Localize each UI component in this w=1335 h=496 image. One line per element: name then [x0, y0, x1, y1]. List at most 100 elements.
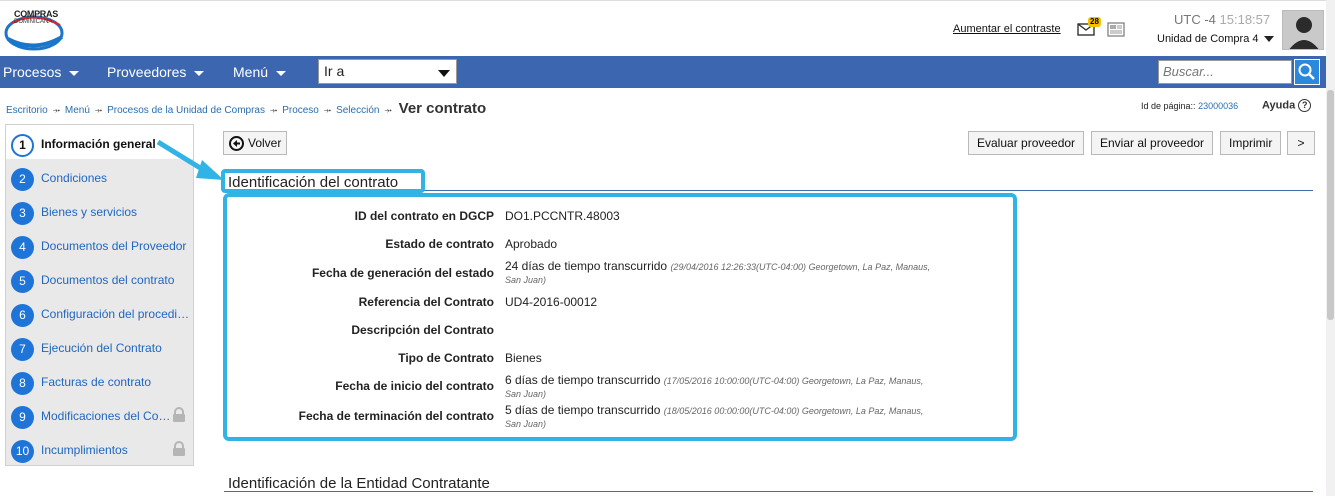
nav-procesos[interactable]: Procesos	[3, 64, 80, 80]
elapsed-time: 24 días de tiempo transcurrido	[505, 259, 668, 273]
step-label: Documentos del Proveedor	[41, 239, 187, 253]
elapsed-time: 5 días de tiempo transcurrido	[505, 403, 661, 417]
step-number: 8	[11, 372, 34, 395]
search-input[interactable]: Buscar...	[1158, 60, 1292, 84]
step-label: Condiciones	[41, 171, 108, 185]
step-number: 5	[11, 270, 34, 293]
news-icon[interactable]	[1107, 22, 1125, 37]
arrow-right-icon: ⤞	[52, 105, 60, 115]
step-number: 10	[11, 440, 34, 463]
field-label-estado: Estado de contrato	[385, 237, 494, 251]
field-note-fecha-terminacion: San Juan)	[505, 419, 547, 429]
mail-count-badge: 28	[1088, 17, 1101, 27]
send-to-supplier-button[interactable]: Enviar al proveedor	[1091, 131, 1214, 155]
field-label-tipo: Tipo de Contrato	[398, 351, 494, 365]
field-label-fecha-generacion: Fecha de generación del estado	[311, 266, 494, 280]
lock-icon	[173, 407, 185, 422]
field-note-fecha-generacion: San Juan)	[505, 275, 547, 285]
step-number: 3	[11, 202, 34, 225]
logo-text-line1: COMPRAS	[14, 9, 58, 19]
page-id-label: Id de página::	[1141, 101, 1196, 111]
breadcrumb-escritorio[interactable]: Escritorio	[6, 105, 48, 116]
step-number: 9	[11, 406, 34, 429]
highlight-box-title	[221, 169, 425, 193]
arrow-left-circle-icon	[229, 136, 244, 151]
arrow-right-icon: ⤞	[384, 105, 392, 115]
back-button[interactable]: Volver	[223, 131, 287, 155]
evaluate-supplier-button[interactable]: Evaluar proveedor	[968, 131, 1085, 155]
lock-icon	[173, 441, 185, 456]
field-value-fecha-generacion: 24 días de tiempo transcurrido (29/04/20…	[505, 259, 930, 273]
breadcrumb-seleccion[interactable]: Selección	[336, 105, 379, 116]
page-id: Id de página:: 23000036	[1141, 101, 1238, 111]
unit-selector[interactable]: Unidad de Compra 4	[1157, 33, 1274, 45]
help-link[interactable]: Ayuda?	[1262, 99, 1312, 112]
section-divider	[224, 491, 1313, 492]
step-number: 7	[11, 338, 34, 361]
step-label: Configuración del procedi…	[41, 307, 190, 321]
field-label-fecha-inicio: Fecha de inicio del contrato	[335, 379, 494, 393]
field-value-referencia: UD4-2016-00012	[505, 295, 598, 309]
step-incumplimientos[interactable]: 10 Incumplimientos	[6, 431, 193, 465]
user-silhouette-icon	[1289, 17, 1319, 49]
goto-select[interactable]: Ir a	[318, 59, 457, 84]
step-bienes-servicios[interactable]: 3 Bienes y servicios	[6, 193, 193, 227]
nav-procesos-label: Procesos	[3, 64, 62, 80]
step-configuracion[interactable]: 6 Configuración del procedi…	[6, 295, 193, 329]
step-label: Modificaciones del Co…	[41, 409, 171, 423]
field-label-id: ID del contrato en DGCP	[354, 209, 494, 223]
callout-arrow-icon	[156, 139, 224, 180]
nav-menu[interactable]: Menú	[233, 64, 287, 80]
back-button-label: Volver	[248, 136, 282, 150]
field-value-tipo: Bienes	[505, 351, 542, 365]
field-value-estado: Aprobado	[505, 237, 558, 251]
date-note: (18/05/2016 00:00:00(UTC-04:00) Georgeto…	[663, 406, 924, 416]
step-facturas[interactable]: 8 Facturas de contrato	[6, 363, 193, 397]
step-label: Documentos del contrato	[41, 273, 175, 287]
top-header: COMPRAS DOMINICANA Aumentar el contraste…	[0, 0, 1335, 56]
step-label: Información general	[41, 137, 156, 151]
step-label: Incumplimientos	[41, 443, 128, 457]
breadcrumb-procesos-unidad[interactable]: Procesos de la Unidad de Compras	[107, 105, 265, 116]
field-label-fecha-terminacion: Fecha de terminación del contrato	[298, 409, 494, 423]
avatar[interactable]	[1282, 10, 1324, 50]
more-actions-button[interactable]: >	[1287, 131, 1315, 155]
step-label: Ejecución del Contrato	[41, 341, 162, 355]
field-label-descripcion: Descripción del Contrato	[351, 323, 494, 337]
breadcrumb-proceso[interactable]: Proceso	[282, 105, 319, 116]
arrow-right-icon: ⤞	[323, 105, 332, 115]
step-documentos-contrato[interactable]: 5 Documentos del contrato	[6, 261, 193, 295]
breadcrumb: Escritorio ⤞ Menú ⤞ Procesos de la Unidad de…	[6, 100, 486, 117]
section-title-entidad: Identificación de la Entidad Contratante	[228, 475, 490, 492]
page-title: Ver contrato	[398, 100, 487, 117]
print-button[interactable]: Imprimir	[1220, 131, 1282, 155]
increase-contrast-link[interactable]: Aumentar el contraste	[953, 23, 1061, 35]
step-ejecucion[interactable]: 7 Ejecución del Contrato	[6, 329, 193, 363]
date-note: (29/04/2016 12:26:33(UTC-04:00) Georgeto…	[670, 262, 931, 272]
step-modificaciones[interactable]: 9 Modificaciones del Co…	[6, 397, 193, 431]
field-value-fecha-inicio: 6 días de tiempo transcurrido (17/05/201…	[505, 373, 923, 387]
nav-menu-label: Menú	[233, 64, 269, 80]
step-number: 6	[11, 304, 34, 327]
logo-text-line2: DOMINICANA	[14, 19, 53, 25]
nav-proveedores[interactable]: Proveedores	[107, 64, 205, 80]
step-label: Bienes y servicios	[41, 205, 138, 219]
step-number: 1	[11, 134, 34, 157]
field-label-referencia: Referencia del Contrato	[358, 295, 494, 309]
timezone-clock: UTC -4 15:18:57	[1174, 12, 1270, 27]
chevron-down-icon	[276, 70, 287, 76]
chevron-down-icon	[1263, 36, 1274, 43]
elapsed-time: 6 días de tiempo transcurrido	[505, 373, 661, 387]
nav-proveedores-label: Proveedores	[107, 64, 187, 80]
goto-select-value: Ir a	[324, 63, 345, 79]
search-button[interactable]	[1294, 59, 1320, 85]
scrollbar-thumb[interactable]	[1327, 90, 1334, 320]
step-documentos-proveedor[interactable]: 4 Documentos del Proveedor	[6, 227, 193, 261]
breadcrumb-menu[interactable]: Menú	[65, 105, 90, 116]
unit-label: Unidad de Compra 4	[1157, 33, 1259, 45]
date-note: (17/05/2016 10:00:00(UTC-04:00) Georgeto…	[663, 376, 924, 386]
timezone-label: UTC -4	[1174, 12, 1216, 27]
page-id-link[interactable]: 23000036	[1198, 101, 1238, 111]
chevron-down-icon	[69, 70, 80, 76]
search-icon	[1298, 63, 1315, 80]
